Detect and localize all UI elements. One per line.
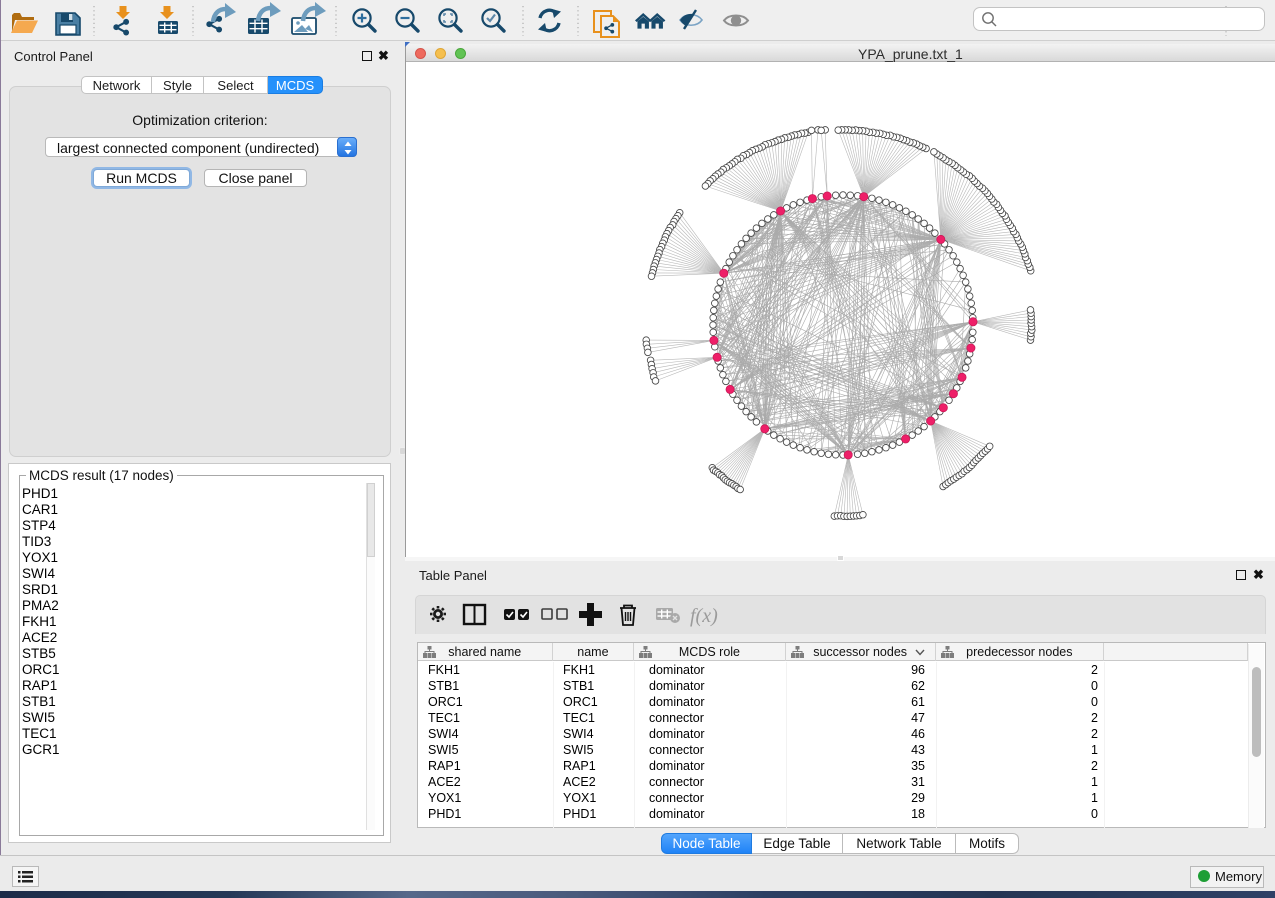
svg-text:f(x): f(x) (690, 605, 718, 627)
